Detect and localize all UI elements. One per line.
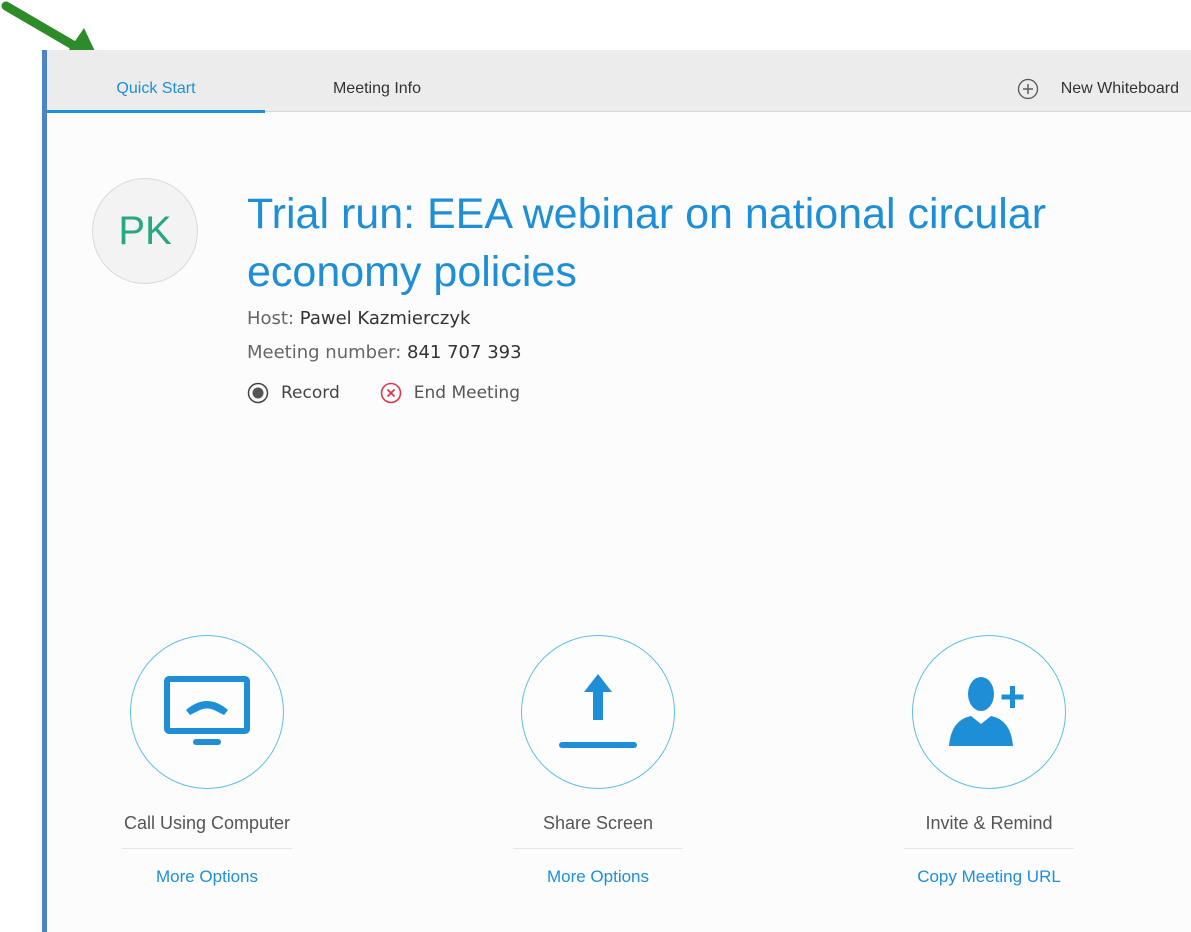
meeting-number-line: Meeting number: 841 707 393 — [247, 342, 522, 363]
copy-meeting-url-link[interactable]: Copy Meeting URL — [869, 867, 1109, 887]
share-screen-label: Share Screen — [542, 813, 654, 833]
share-screen-button[interactable] — [521, 635, 675, 789]
tab-meeting-info[interactable]: Meeting Info — [292, 50, 462, 112]
meeting-title: Trial run: EEA webinar on national circu… — [247, 190, 1047, 296]
call-using-computer-label: Call Using Computer — [123, 813, 291, 833]
record-icon — [247, 382, 269, 404]
invite-remind-label: Invite & Remind — [925, 813, 1053, 833]
host-line: Host: Pawel Kazmierczyk — [247, 308, 470, 329]
tab-quick-start[interactable]: Quick Start — [47, 50, 265, 113]
host-avatar: PK — [92, 178, 198, 284]
plus-circle-icon — [1017, 78, 1038, 100]
new-whiteboard-button[interactable]: New Whiteboard — [1017, 76, 1179, 102]
invite-remind-button[interactable] — [912, 635, 1066, 789]
meeting-number: 841 707 393 — [407, 342, 522, 363]
computer-call-icon — [164, 676, 250, 745]
new-whiteboard-label: New Whiteboard — [1060, 80, 1179, 97]
call-more-options-link[interactable]: More Options — [87, 867, 327, 887]
host-name: Pawel Kazmierczyk — [299, 308, 471, 329]
record-button[interactable]: Record — [247, 382, 340, 404]
share-more-options-link[interactable]: More Options — [478, 867, 718, 887]
add-person-icon — [949, 677, 1024, 746]
share-upload-icon — [559, 674, 637, 748]
host-label: Host: — [247, 308, 295, 329]
divider — [513, 848, 683, 849]
tab-bar: Quick Start Meeting Info New Whiteboard — [47, 50, 1191, 113]
meeting-window: Quick Start Meeting Info New Whiteboard … — [42, 50, 1191, 932]
invite-remind-tool: Invite & Remind Copy Meeting URL — [869, 635, 1109, 887]
call-using-computer-button[interactable] — [130, 635, 284, 789]
meeting-actions: Record End Meeting — [247, 382, 560, 404]
call-using-computer-tool: Call Using Computer More Options — [87, 635, 327, 887]
end-meeting-button[interactable]: End Meeting — [380, 382, 520, 404]
record-label: Record — [281, 383, 340, 403]
share-screen-tool: Share Screen More Options — [478, 635, 718, 887]
meeting-number-label: Meeting number: — [247, 342, 402, 363]
end-meeting-label: End Meeting — [413, 383, 520, 403]
divider — [122, 848, 292, 849]
divider — [904, 848, 1074, 849]
close-circle-icon — [380, 382, 402, 404]
